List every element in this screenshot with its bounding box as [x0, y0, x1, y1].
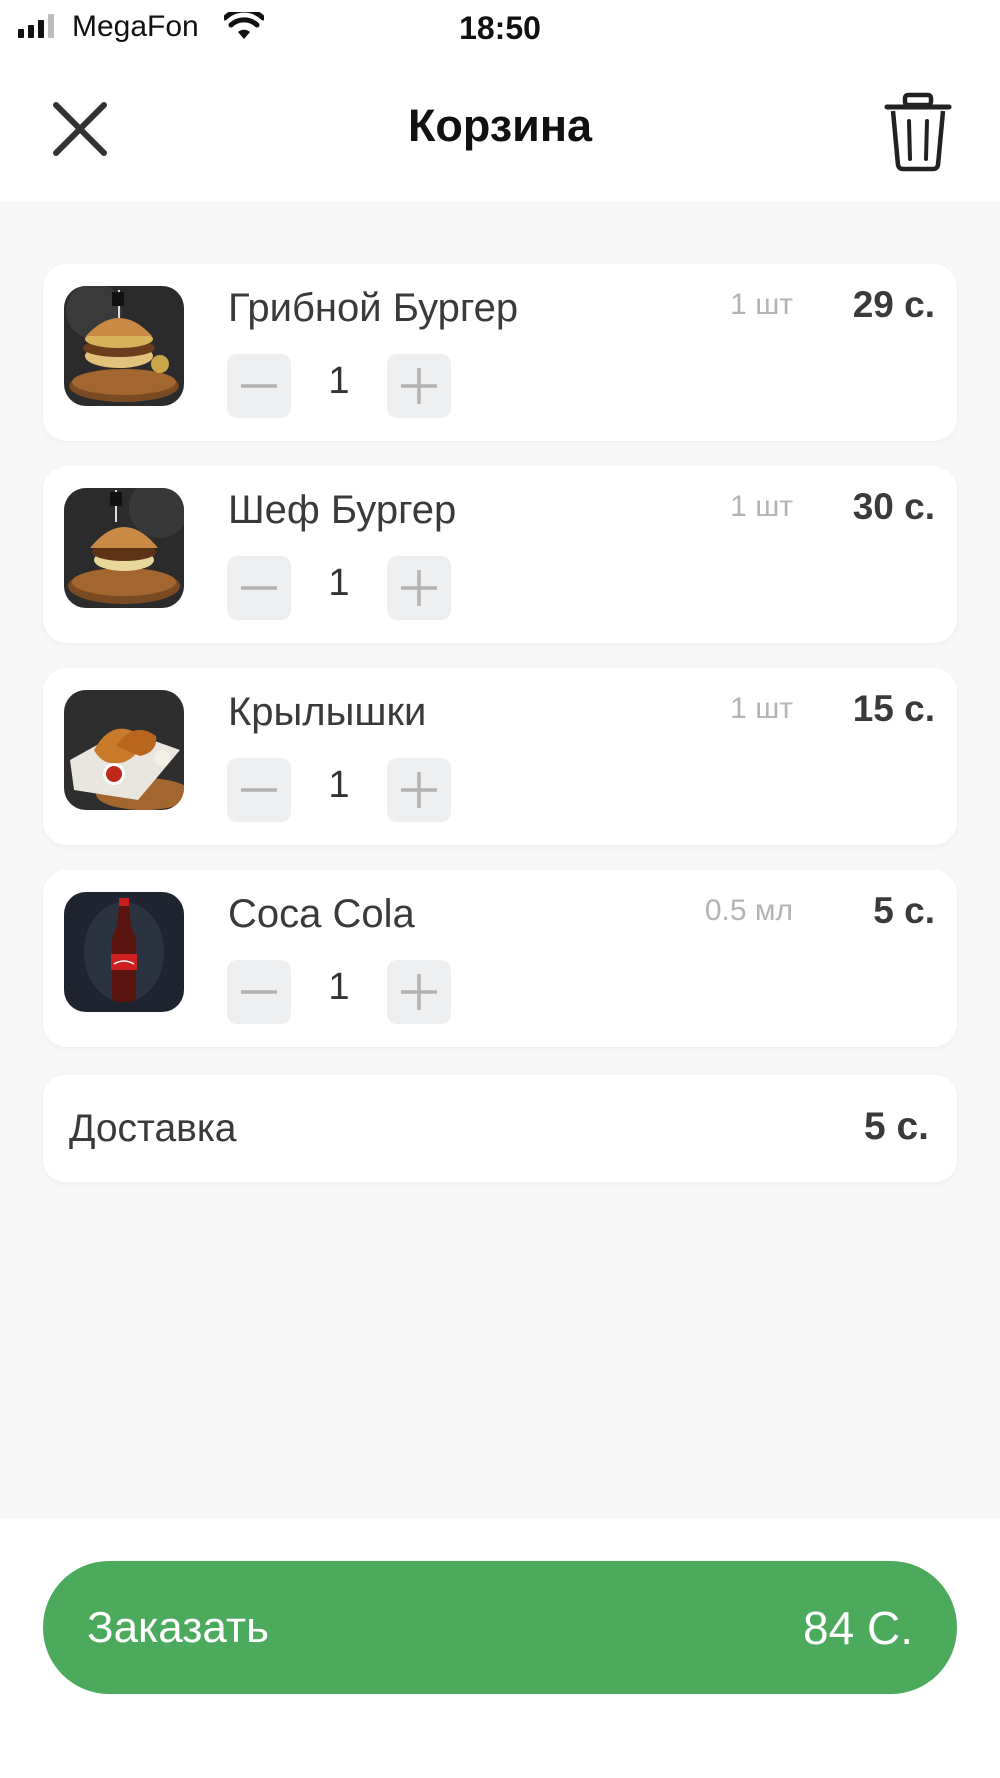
plus-icon — [401, 368, 437, 404]
cart-item: Крылышки 1 шт 15 с. 1 — [43, 668, 957, 845]
cart-item: Coca Cola 0.5 мл 5 с. 1 — [43, 870, 957, 1047]
item-unit: 1 шт — [730, 692, 793, 725]
increase-quantity-button[interactable] — [387, 556, 451, 620]
item-price: 29 с. — [852, 284, 935, 325]
order-button[interactable]: Заказать 84 С. — [43, 1561, 957, 1694]
item-name: Крылышки — [228, 690, 427, 734]
plus-icon — [401, 974, 437, 1010]
product-image-chef-burger — [64, 488, 184, 608]
quantity-value: 1 — [328, 562, 350, 604]
navigation-bar: Корзина — [0, 55, 1000, 201]
delivery-price: 5 с. — [863, 1105, 929, 1148]
increase-quantity-button[interactable] — [387, 758, 451, 822]
checkout-area: Заказать 84 С. — [0, 1519, 1000, 1778]
order-total: 84 С. — [803, 1602, 913, 1654]
page-title: Корзина — [407, 100, 593, 151]
item-price: 15 с. — [852, 688, 935, 729]
delivery-label: Доставка — [69, 1107, 237, 1150]
decrease-quantity-button[interactable] — [227, 960, 291, 1024]
decrease-quantity-button[interactable] — [227, 556, 291, 620]
trash-icon — [884, 92, 952, 172]
cart-screen: MegaFon 18:50 Корзина Грибной Бургер 1 ш… — [0, 0, 1000, 1778]
cart-content: Грибной Бургер 1 шт 29 с. 1 Шеф Бургер 1… — [0, 201, 1000, 1519]
item-price: 5 с. — [873, 890, 935, 931]
clear-cart-button[interactable] — [882, 91, 954, 173]
item-unit: 1 шт — [730, 288, 793, 321]
cart-item: Шеф Бургер 1 шт 30 с. 1 — [43, 466, 957, 643]
item-name: Шеф Бургер — [228, 488, 457, 532]
product-image-coca-cola-bottle — [64, 892, 184, 1012]
decrease-quantity-button[interactable] — [227, 758, 291, 822]
cart-item: Грибной Бургер 1 шт 29 с. 1 — [43, 264, 957, 441]
plus-icon — [401, 772, 437, 808]
quantity-value: 1 — [328, 966, 350, 1008]
minus-icon — [241, 384, 277, 388]
delivery-row: Доставка 5 с. — [43, 1075, 957, 1182]
status-bar: MegaFon 18:50 — [0, 0, 1000, 55]
item-name: Coca Cola — [228, 892, 415, 936]
item-price: 30 с. — [852, 486, 935, 527]
minus-icon — [241, 586, 277, 590]
plus-icon — [401, 570, 437, 606]
product-image-chicken-wings — [64, 690, 184, 810]
decrease-quantity-button[interactable] — [227, 354, 291, 418]
increase-quantity-button[interactable] — [387, 354, 451, 418]
quantity-value: 1 — [328, 360, 350, 402]
status-time: 18:50 — [459, 10, 541, 46]
item-name: Грибной Бургер — [228, 286, 519, 330]
item-unit: 1 шт — [730, 490, 793, 523]
quantity-value: 1 — [328, 764, 350, 806]
product-image-mushroom-burger — [64, 286, 184, 406]
minus-icon — [241, 990, 277, 994]
order-button-label: Заказать — [87, 1603, 269, 1652]
increase-quantity-button[interactable] — [387, 960, 451, 1024]
item-unit: 0.5 мл — [704, 894, 793, 927]
minus-icon — [241, 788, 277, 792]
